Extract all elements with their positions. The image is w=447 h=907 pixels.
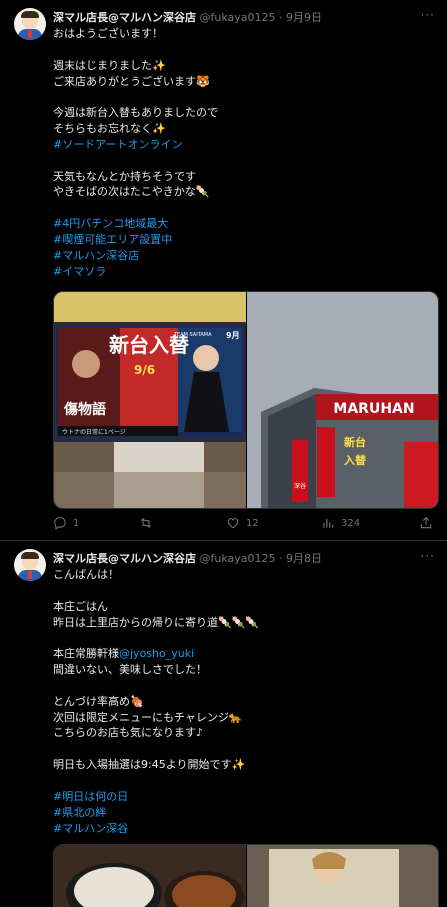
media-banner3-text: 深谷 [294,482,306,490]
tweet-header: 深マル店長@マルハン深谷店 @fukaya0125 · 9月8日 [53,552,323,565]
tweet-line [53,42,433,58]
hashtag-link[interactable]: #イマソラ [53,264,433,280]
tweet-line: 次回は限定メニューにもチャレンジ🐆 [53,710,243,724]
tweet-media[interactable]: 新台入替 TEAM SAITAMA 9/6 傷物語 9月 ウトナの日常に1ページ… [53,291,439,509]
author-handle[interactable]: @fukaya0125 [200,11,276,24]
author-name[interactable]: 深マル店長@マルハン深谷店 [53,11,196,24]
media-photos [54,845,438,907]
share-icon [420,517,432,529]
author-handle[interactable]: @fukaya0125 [200,552,276,565]
hashtag-link[interactable]: #マルハン深谷 [53,821,433,837]
tweet[interactable]: 深マル店長@マルハン深谷店 @fukaya0125 · 9月8日 ··· こんば… [0,541,447,907]
media-banner2-text: 入替 [344,453,367,467]
tweet-date[interactable]: 9月8日 [286,552,322,565]
tweet-line: 本庄常勝軒様@jyosho_yuki [53,646,433,662]
tweet-line: ご来店ありがとうございます🐯 [53,74,210,88]
hashtag-link[interactable]: #喫煙可能エリア設置中 [53,232,433,248]
tweet-line [53,630,433,646]
tweet-line: やきそばの次はたこやきかな🍡 [53,185,210,199]
tweet-line: そちらもお忘れなく✨ [53,122,166,136]
tweet-line: 今週は新台入替もありましたので [53,106,218,120]
hashtag-link[interactable]: #ソードアートオンライン [53,137,433,153]
media-monogatari-text: 傷物語 [63,401,106,418]
tweet-header: 深マル店長@マルハン深谷店 @fukaya0125 · 9月9日 [53,11,323,24]
media-caption-text: ウトナの日常に1ページ [62,428,126,436]
media-photos: 新台入替 TEAM SAITAMA 9/6 傷物語 9月 ウトナの日常に1ページ… [54,292,438,508]
tweet-line [53,153,433,169]
media-team-text: TEAM SAITAMA [173,332,212,338]
tweet-date[interactable]: 9月9日 [286,11,322,24]
tweet[interactable]: 深マル店長@マルハン深谷店 @fukaya0125 · 9月9日 ··· おはよ… [0,0,447,541]
author-name[interactable]: 深マル店長@マルハン深谷店 [53,552,196,565]
tweet-line: 週末はじまりました✨ [53,58,166,72]
tweet-line: こんばんは！ [53,568,119,581]
tweet-text: こんばんは！ 本庄ごはん昨日は上里店からの帰りに寄り道🍡🍡🍡 本庄常勝軒様@jyos… [53,567,433,836]
hashtag-link[interactable]: #マルハン深谷店 [53,248,433,264]
heart-icon [227,518,239,529]
reply-icon [54,517,66,530]
like-button[interactable]: 12 [226,516,259,530]
tweet-line [53,89,433,105]
hashtag-link[interactable]: #4円パチンコ地域最大 [53,216,433,232]
mention-link[interactable]: @jyosho_yuki [119,647,194,660]
tweet-line: こちらのお店も気になります♪ [53,726,204,740]
reply-count: 1 [73,517,80,529]
tweet-line: 本庄ごはん [53,599,108,613]
more-icon[interactable]: ··· [421,8,435,22]
media-date-tag-text: 9月 [226,331,240,340]
tweet-line [53,741,433,757]
views-button[interactable]: 324 [321,516,360,530]
avatar[interactable] [14,8,46,40]
views-icon [323,518,334,528]
tweet-actions: 1 12 324 [53,516,437,532]
more-icon[interactable]: ··· [421,549,435,563]
media-banner1-text: 新台 [344,435,366,449]
avatar[interactable] [14,549,46,581]
reply-button[interactable]: 1 [53,516,79,530]
tweet-line: 天気もなんとか持ちそうです [53,169,196,183]
tweet-line [53,773,433,789]
hashtag-link[interactable]: #県北の絆 [53,805,433,821]
views-count: 324 [341,517,361,529]
share-button[interactable] [419,516,433,530]
tweet-line [53,678,433,694]
tweet-line: 間違いない、美味しさでした！ [53,663,207,677]
tweet-media[interactable] [53,844,439,907]
like-count: 12 [246,517,259,529]
tweet-line: 明日も入場抽選は9:45より開始です✨ [53,758,246,772]
retweet-button[interactable] [139,516,159,530]
tweet-line-text: 本庄常勝軒様 [53,647,119,661]
tweet-line: おはようございます！ [53,27,163,40]
retweet-icon [140,518,152,528]
tweet-line: とんづけ率高め🍖 [53,694,144,708]
media-sign-text: MARUHAN [333,401,414,417]
hashtag-link[interactable]: #明日は何の日 [53,789,433,805]
tweet-line [53,200,433,216]
tweet-line: 昨日は上里店からの帰りに寄り道🍡🍡🍡 [53,615,260,629]
media-date-text: 9/6 [134,363,155,377]
tweet-line [53,583,433,599]
tweet-text: おはようございます！ 週末はじまりました✨ ご来店ありがとうございます🐯 今週は新台入… [53,26,433,280]
